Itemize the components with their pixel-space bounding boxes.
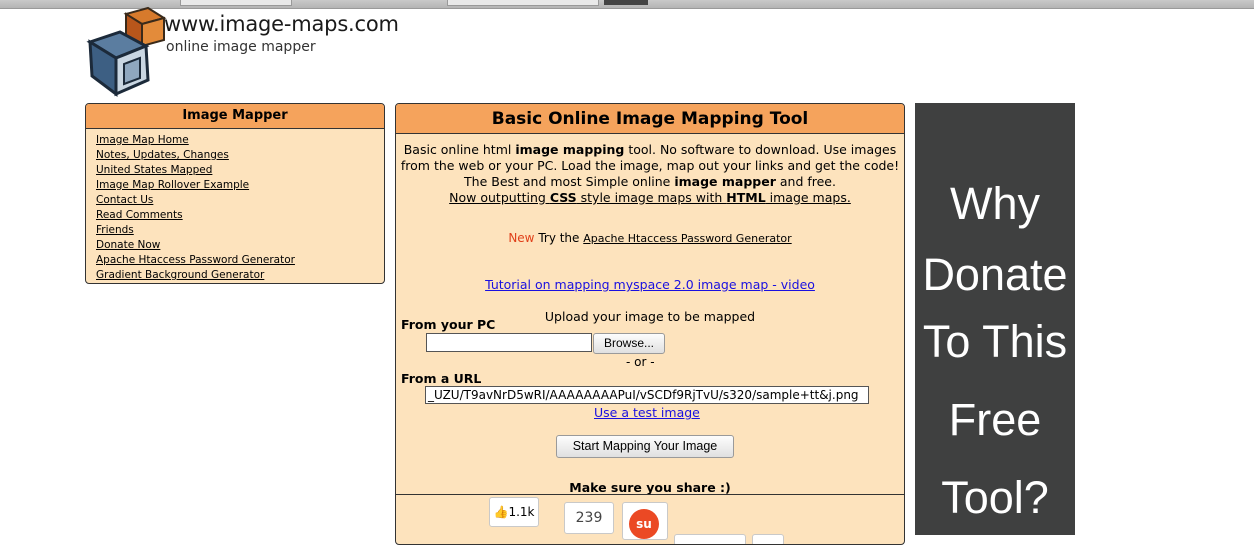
like-count: 1.1k [508,505,535,519]
sidebar-link-notes[interactable]: Notes, Updates, Changes [96,149,229,161]
sidebar-link-contact[interactable]: Contact Us [96,194,153,206]
intro-text-span: Basic online html [403,142,516,157]
sidebar-item: Contact Us [96,193,384,208]
ad-text-line: Tool? [941,472,1049,523]
intro-bold: CSS [549,190,577,205]
intro-text-span: style image maps with [576,190,727,205]
intro-text-span: tool. No software to download. Use image… [624,142,897,157]
ad-text-line: Donate [922,249,1068,300]
share-prompt: Make sure you share :) [569,480,731,495]
image-url-input[interactable]: _UZU/T9avNrD5wRI/AAAAAAAAPuI/vSCDf9RjTvU… [425,386,869,404]
ad-text-line: To This [922,316,1068,367]
from-url-label: From a URL [401,371,482,386]
share-divider [396,494,904,495]
tutorial-line: Tutorial on mapping myspace 2.0 image ma… [396,277,904,292]
chrome-address-fragment [447,0,599,6]
intro-line: from the web or your PC. Load the image,… [400,158,900,173]
or-separator: - or - [626,355,655,369]
chrome-button-fragment [604,0,648,5]
facebook-like-button[interactable]: 👍1.1k [489,497,539,527]
css-output-link[interactable]: Now outputting CSS style image maps with… [396,190,904,206]
cubes-logo-icon [86,6,167,97]
from-pc-label: From your PC [401,317,496,332]
sidebar-item: Notes, Updates, Changes [96,148,384,163]
intro-line: The Best and most Simple online image ma… [396,174,904,190]
share-button[interactable] [752,534,784,544]
intro-bold: image mapping [515,142,625,157]
sidebar-item: United States Mapped [96,163,384,178]
sidebar-title: Image Mapper [86,104,384,129]
mapping-tool-panel: Basic Online Image Mapping Tool Basic on… [395,103,905,545]
new-badge: New [508,231,535,245]
sidebar-item: Image Map Home [96,133,384,148]
intro-text-span: Now outputting [449,190,550,205]
sidebar-nav: Image Mapper Image Map Home Notes, Updat… [85,103,385,284]
file-path-field[interactable] [426,333,592,352]
donate-ad-banner[interactable]: Why Donate To This Free Tool? [915,103,1075,535]
logo-subtitle: online image mapper [166,39,316,55]
browse-button[interactable]: Browse... [593,333,665,354]
sidebar-link-donate[interactable]: Donate Now [96,239,160,251]
share-count-badge: 239 [564,502,614,534]
htaccess-generator-link[interactable]: Apache Htaccess Password Generator [583,232,791,245]
sidebar-list: Image Map Home Notes, Updates, Changes U… [96,133,384,283]
ad-text-line: Free [948,394,1042,445]
sidebar-item: Gradient Background Generator [96,268,384,283]
thumbs-up-icon: 👍 [493,505,509,519]
sidebar-item: Donate Now [96,238,384,253]
sidebar-item: Read Comments [96,208,384,223]
intro-bold: image mapper [674,174,776,189]
sidebar-item: Apache Htaccess Password Generator [96,253,384,268]
start-mapping-button[interactable]: Start Mapping Your Image [556,435,734,458]
sidebar-link-gradient[interactable]: Gradient Background Generator [96,269,264,281]
intro-line: Basic online html image mapping tool. No… [396,142,904,158]
sidebar-item: Image Map Rollover Example [96,178,384,193]
try-text: Try the [534,231,584,245]
sidebar-link-comments[interactable]: Read Comments [96,209,183,221]
intro-text-span: and free. [775,174,836,189]
logo-url-text: www.image-maps.com [164,12,399,36]
sidebar-link-friends[interactable]: Friends [96,224,134,236]
share-button[interactable] [674,534,746,544]
sidebar-item: Friends [96,223,384,238]
sidebar-link-htaccess[interactable]: Apache Htaccess Password Generator [96,254,295,266]
site-logo[interactable]: www.image-maps.com online image mapper [86,6,416,102]
use-test-image-link[interactable]: Use a test image [594,405,700,420]
new-feature-line: New Try the Apache Htaccess Password Gen… [396,231,904,245]
panel-title: Basic Online Image Mapping Tool [396,104,904,134]
stumbleupon-button[interactable]: su [622,502,668,540]
sidebar-link-image-map-home[interactable]: Image Map Home [96,134,189,146]
ad-text-line: Why [950,178,1040,229]
intro-text: Basic online html image mapping tool. No… [396,142,904,206]
sidebar-link-rollover-example[interactable]: Image Map Rollover Example [96,179,249,191]
intro-text-span: image maps. [765,190,851,205]
intro-bold: HTML [726,190,766,205]
intro-text-span: The Best and most Simple online [464,174,675,189]
sidebar-link-united-states[interactable]: United States Mapped [96,164,212,176]
tutorial-video-link[interactable]: Tutorial on mapping myspace 2.0 image ma… [485,277,815,292]
